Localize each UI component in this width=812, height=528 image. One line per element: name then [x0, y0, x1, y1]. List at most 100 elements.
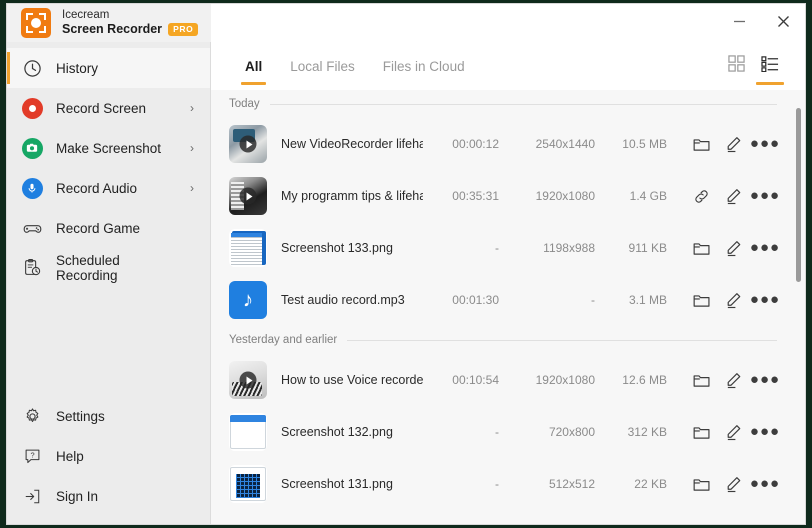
- more-options-button[interactable]: ●●●: [749, 365, 781, 395]
- brand-line-2: Screen Recorder PRO: [62, 22, 198, 36]
- row-actions: ●●●: [685, 181, 781, 211]
- list-view-button[interactable]: [753, 42, 787, 90]
- tab-all[interactable]: All: [231, 42, 276, 90]
- file-duration: -: [423, 477, 499, 491]
- sidebar-item-record-game[interactable]: Record Game: [7, 208, 210, 248]
- file-name: New VideoRecorder lifehacks.mp4: [281, 137, 423, 151]
- table-row[interactable]: Screenshot 132.png - 720x800 312 KB ●●●: [211, 406, 791, 458]
- folder-icon[interactable]: [685, 417, 717, 447]
- file-thumbnail: [229, 229, 267, 267]
- sidebar-item-help[interactable]: ? Help: [7, 436, 210, 476]
- folder-icon[interactable]: [685, 233, 717, 263]
- table-row[interactable]: Screenshot 133.png - 1198x988 911 KB ●●●: [211, 222, 791, 274]
- file-thumbnail: [229, 125, 267, 163]
- more-options-button[interactable]: ●●●: [749, 285, 781, 315]
- folder-icon[interactable]: [685, 469, 717, 499]
- sidebar: History Record Screen › Make Screenshot …: [7, 42, 211, 524]
- close-button[interactable]: [761, 4, 805, 38]
- file-duration: 00:01:30: [423, 293, 499, 307]
- sidebar-item-scheduled-recording[interactable]: Scheduled Recording: [7, 248, 210, 288]
- file-resolution: 1920x1080: [499, 189, 595, 203]
- file-duration: 00:35:31: [423, 189, 499, 203]
- tab-bar: All Local Files Files in Cloud: [211, 42, 805, 90]
- clock-icon: [21, 57, 43, 79]
- link-icon[interactable]: [685, 181, 717, 211]
- file-size: 1.4 GB: [595, 189, 667, 203]
- more-options-button[interactable]: ●●●: [749, 129, 781, 159]
- folder-icon[interactable]: [685, 285, 717, 315]
- sidebar-item-settings[interactable]: Settings: [7, 396, 210, 436]
- more-options-button[interactable]: ●●●: [749, 469, 781, 499]
- file-name: Screenshot 131.png: [281, 477, 423, 491]
- sidebar-item-history[interactable]: History: [7, 48, 210, 88]
- file-resolution: 1198x988: [499, 241, 595, 255]
- group-header: Today: [211, 90, 791, 118]
- edit-pencil-icon[interactable]: [717, 469, 749, 499]
- sign-in-icon: [21, 485, 43, 507]
- vertical-scrollbar[interactable]: [793, 90, 803, 524]
- sidebar-item-label: Make Screenshot: [56, 141, 161, 156]
- table-row[interactable]: Screenshot 131.png - 512x512 22 KB ●●●: [211, 458, 791, 510]
- sidebar-bottom-group: Settings ? Help Sign In: [7, 396, 210, 524]
- file-thumbnail: [229, 413, 267, 451]
- file-duration: 00:00:12: [423, 137, 499, 151]
- file-name: Screenshot 133.png: [281, 241, 423, 255]
- file-thumbnail: ♪: [229, 281, 267, 319]
- grid-view-icon: [728, 55, 745, 77]
- group-title: Yesterday and earlier: [229, 334, 337, 346]
- tab-local-files[interactable]: Local Files: [276, 42, 369, 90]
- group-divider: [270, 104, 777, 105]
- sidebar-item-record-screen[interactable]: Record Screen ›: [7, 88, 210, 128]
- app-logo-icon: [21, 8, 51, 38]
- table-row[interactable]: How to use Voice recorder.mp4 00:10:54 1…: [211, 354, 791, 406]
- camera-icon: [21, 137, 43, 159]
- file-size: 10.5 MB: [595, 137, 667, 151]
- sidebar-item-label: Record Screen: [56, 101, 146, 116]
- more-options-button[interactable]: ●●●: [749, 233, 781, 263]
- table-row[interactable]: New VideoRecorder lifehacks.mp4 00:00:12…: [211, 118, 791, 170]
- sidebar-item-label: Settings: [56, 409, 105, 424]
- file-thumbnail: [229, 177, 267, 215]
- row-actions: ●●●: [685, 469, 781, 499]
- sidebar-item-record-audio[interactable]: Record Audio ›: [7, 168, 210, 208]
- row-actions: ●●●: [685, 417, 781, 447]
- file-duration: -: [423, 425, 499, 439]
- scrollbar-thumb[interactable]: [796, 108, 801, 282]
- minimize-button[interactable]: [717, 4, 761, 38]
- file-size: 3.1 MB: [595, 293, 667, 307]
- more-options-button[interactable]: ●●●: [749, 181, 781, 211]
- group-header: Yesterday and earlier: [211, 326, 791, 354]
- edit-pencil-icon[interactable]: [717, 417, 749, 447]
- brand-product-name: Screen Recorder: [62, 22, 162, 36]
- svg-text:?: ?: [30, 450, 34, 459]
- edit-pencil-icon[interactable]: [717, 365, 749, 395]
- file-resolution: -: [499, 293, 595, 307]
- window-body: History Record Screen › Make Screenshot …: [7, 42, 805, 524]
- tab-files-in-cloud[interactable]: Files in Cloud: [369, 42, 479, 90]
- title-bar: Icecream Screen Recorder PRO: [7, 4, 805, 42]
- edit-pencil-icon[interactable]: [717, 129, 749, 159]
- file-resolution: 1920x1080: [499, 373, 595, 387]
- sidebar-item-make-screenshot[interactable]: Make Screenshot ›: [7, 128, 210, 168]
- file-resolution: 2540x1440: [499, 137, 595, 151]
- more-options-button[interactable]: ●●●: [749, 417, 781, 447]
- sidebar-item-label: History: [56, 61, 98, 76]
- file-list: Today New VideoRecorder lifehacks.mp4 00…: [211, 90, 805, 524]
- folder-icon[interactable]: [685, 365, 717, 395]
- file-thumbnail: [229, 361, 267, 399]
- file-resolution: 512x512: [499, 477, 595, 491]
- table-row[interactable]: ♪ Test audio record.mp3 00:01:30 - 3.1 M…: [211, 274, 791, 326]
- pro-badge: PRO: [168, 23, 198, 37]
- edit-pencil-icon[interactable]: [717, 285, 749, 315]
- sidebar-item-sign-in[interactable]: Sign In: [7, 476, 210, 516]
- view-toggle-group: [719, 42, 805, 90]
- edit-pencil-icon[interactable]: [717, 233, 749, 263]
- file-thumbnail: [229, 465, 267, 503]
- edit-pencil-icon[interactable]: [717, 181, 749, 211]
- folder-icon[interactable]: [685, 129, 717, 159]
- grid-view-button[interactable]: [719, 42, 753, 90]
- table-row[interactable]: My programm tips & lifehacks.mp4 00:35:3…: [211, 170, 791, 222]
- file-name: My programm tips & lifehacks.mp4: [281, 189, 423, 203]
- file-duration: -: [423, 241, 499, 255]
- sidebar-item-label: Record Game: [56, 221, 140, 236]
